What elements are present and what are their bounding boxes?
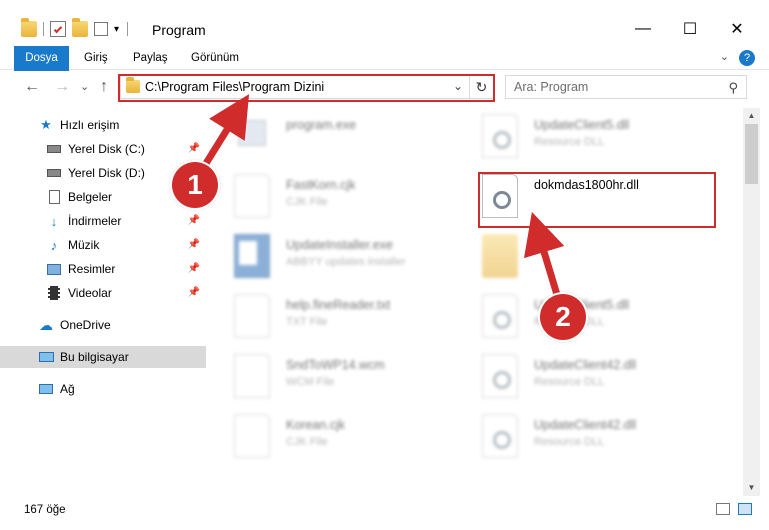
callout-badge-1: 1 bbox=[172, 162, 218, 208]
callout-badge-2: 2 bbox=[540, 294, 586, 340]
arrow-1 bbox=[202, 94, 250, 167]
arrow-2 bbox=[523, 211, 565, 300]
callout-arrows bbox=[202, 94, 565, 300]
